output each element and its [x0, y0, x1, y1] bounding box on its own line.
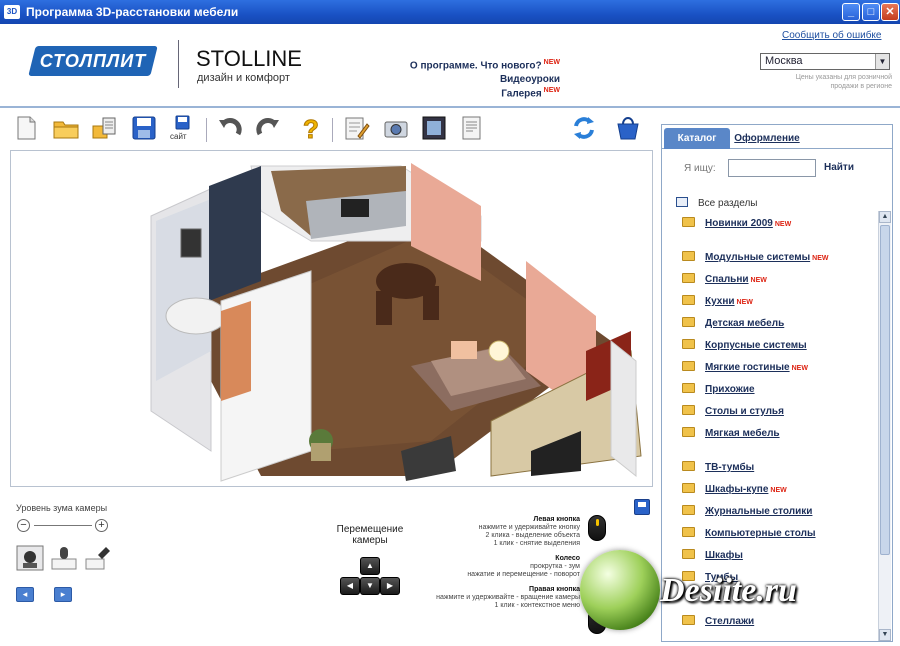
gallery-link[interactable]: Галерея NEW — [380, 87, 560, 101]
nav-right-button[interactable]: ▸ — [54, 587, 72, 602]
zoom-slider[interactable] — [34, 525, 92, 526]
folder-icon — [682, 427, 695, 437]
folder-icon — [682, 361, 695, 371]
zoom-out-button[interactable]: − — [17, 519, 30, 532]
scroll-thumb[interactable] — [880, 225, 890, 555]
window-title-bar: 3D Программа 3D-расстановки мебели _ □ ✕ — [0, 0, 900, 24]
view-mode-mouse-icon[interactable] — [50, 545, 78, 571]
cart-icon[interactable] — [614, 114, 642, 142]
tab-catalog[interactable]: Каталог — [664, 128, 730, 149]
frame-icon[interactable] — [420, 114, 448, 142]
save-icon[interactable] — [130, 114, 158, 142]
folder-icon — [682, 217, 695, 227]
list-item[interactable]: Детская мебель — [682, 315, 784, 331]
save-view-icon[interactable] — [634, 499, 650, 515]
room-3d-view[interactable] — [10, 150, 653, 487]
report-error-link[interactable]: Сообщить об ошибке — [782, 30, 881, 41]
folder-icon — [682, 383, 695, 393]
list-item[interactable]: Мягкие гостиные NEW — [682, 359, 808, 375]
maximize-button[interactable]: □ — [862, 3, 880, 21]
folder-icon — [682, 461, 695, 471]
list-item[interactable]: Столы и стулья — [682, 403, 784, 419]
list-item[interactable]: Шкафы-купе NEW — [682, 481, 787, 497]
new-document-icon[interactable] — [12, 114, 40, 142]
open-folder-icon[interactable] — [52, 114, 80, 142]
zoom-in-button[interactable]: + — [95, 519, 108, 532]
folder-icon — [682, 339, 695, 349]
save-site-label: сайт — [170, 132, 187, 141]
list-item[interactable]: Новинки 2009 NEW — [682, 215, 791, 231]
key-right-icon: ▶ — [380, 577, 400, 595]
help-icon[interactable]: ? — [296, 114, 324, 145]
view-mode-room-icon[interactable] — [16, 545, 44, 571]
search-label: Я ищу: — [684, 163, 716, 174]
view-mode-eraser-icon[interactable] — [84, 545, 112, 571]
list-item[interactable]: Мягкая мебель — [682, 425, 780, 441]
key-down-icon: ▼ — [360, 577, 380, 595]
import-icon[interactable] — [90, 114, 118, 142]
key-up-icon: ▲ — [360, 557, 380, 575]
toolbar-separator — [206, 118, 207, 142]
edit-plan-icon[interactable] — [342, 114, 370, 142]
header-links: О программе. Что нового? NEW Видеоуроки Г… — [380, 59, 560, 101]
room-render — [150, 163, 642, 482]
zoom-label: Уровень зума камеры — [16, 503, 108, 513]
catalog-tabs: Каталог Оформление — [662, 125, 892, 149]
site-watermark: Desiite.ru — [576, 550, 900, 646]
folder-icon — [682, 273, 695, 283]
chevron-down-icon: ▼ — [875, 54, 889, 69]
app-header: СТОЛПЛИТ STOLLINE дизайн и комфорт О про… — [0, 24, 900, 108]
folder-icon — [682, 251, 695, 261]
save-site-icon[interactable]: сайт — [168, 114, 196, 142]
folder-icon — [682, 405, 695, 415]
list-item[interactable]: Спальни NEW — [682, 271, 767, 287]
stolplit-logo[interactable]: СТОЛПЛИТ — [28, 46, 158, 76]
region-note: Цены указаны для розничной продажи в рег… — [795, 74, 892, 90]
print-icon[interactable] — [458, 114, 486, 142]
list-item[interactable]: Компьютерные столы — [682, 525, 816, 541]
refresh-icon[interactable] — [570, 114, 598, 142]
city-select[interactable]: Москва ▼ — [760, 53, 890, 70]
list-item[interactable]: Журнальные столики — [682, 503, 812, 519]
close-button[interactable]: ✕ — [881, 3, 899, 21]
minimize-button[interactable]: _ — [842, 3, 860, 21]
logo-divider — [178, 40, 179, 88]
list-item[interactable]: Кухни NEW — [682, 293, 753, 309]
list-item[interactable]: Модульные системы NEW — [682, 249, 829, 265]
main-toolbar: сайт ? — [0, 110, 655, 148]
list-item[interactable]: ТВ-тумбы — [682, 459, 754, 475]
camera-move-label: Перемещение камеры — [336, 524, 404, 546]
window-title: Программа 3D-расстановки мебели — [26, 5, 239, 19]
scroll-up-icon[interactable]: ▲ — [879, 211, 891, 223]
toolbar-separator — [332, 118, 333, 142]
mouse-icon — [588, 515, 606, 541]
key-left-icon: ◀ — [340, 577, 360, 595]
folder-icon — [682, 483, 695, 493]
all-sections-item[interactable]: Все разделы — [676, 197, 757, 209]
video-lessons-link[interactable]: Видеоуроки — [380, 73, 560, 87]
folder-icon — [682, 505, 695, 515]
about-link[interactable]: О программе. Что нового? NEW — [380, 59, 560, 73]
watermark-text: Desiite.ru — [660, 572, 797, 609]
redo-icon[interactable] — [254, 114, 282, 142]
search-button[interactable]: Найти — [824, 162, 854, 173]
folder-icon — [682, 317, 695, 327]
search-input[interactable] — [728, 159, 816, 177]
svg-text:?: ? — [303, 114, 319, 142]
folder-icon — [682, 295, 695, 305]
folder-icon — [682, 527, 695, 537]
tab-decoration[interactable]: Оформление — [732, 128, 802, 149]
camera-icon[interactable] — [382, 114, 410, 142]
list-item[interactable]: Корпусные системы — [682, 337, 807, 353]
book-icon — [676, 197, 688, 207]
stoline-logo: STOLLINE — [196, 46, 302, 71]
app-icon: 3D — [4, 5, 20, 19]
list-item[interactable]: Прихожие — [682, 381, 755, 397]
mouse-help: Левая кнопка нажмите и удерживайте кнопк… — [436, 516, 580, 609]
nav-left-button[interactable]: ◂ — [16, 587, 34, 602]
watermark-logo-icon — [580, 550, 660, 630]
undo-icon[interactable] — [216, 114, 244, 142]
city-select-value: Москва — [765, 55, 803, 67]
stoline-tagline: дизайн и комфорт — [197, 72, 290, 84]
